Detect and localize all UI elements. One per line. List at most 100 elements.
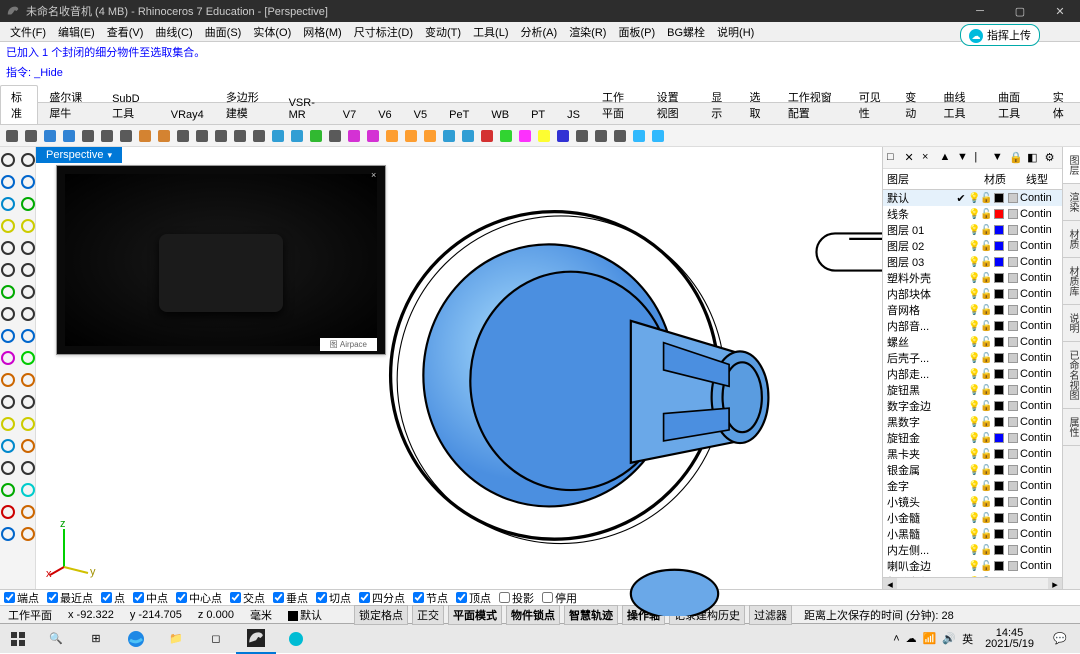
layer-lock-icon[interactable]: 🔓	[980, 305, 992, 316]
layer-lock-icon[interactable]: 🔓	[980, 545, 992, 556]
layer-lock-icon[interactable]: 🔓	[980, 241, 992, 252]
layer-row[interactable]: 音网格💡🔓Contin	[883, 302, 1062, 318]
layer-row[interactable]: 金字💡🔓Contin	[883, 478, 1062, 494]
toolbar-button[interactable]	[194, 128, 210, 144]
toolbar-tab[interactable]: PT	[520, 105, 556, 124]
layer-linetype[interactable]: Contin	[1020, 528, 1060, 540]
layer-row[interactable]: 黑数字💡🔓Contin	[883, 414, 1062, 430]
layer-row[interactable]: 小金髓💡🔓Contin	[883, 510, 1062, 526]
toolbar-button[interactable]	[517, 128, 533, 144]
layer-tool-button[interactable]: ▼	[992, 151, 1005, 165]
toolbar-button[interactable]	[384, 128, 400, 144]
palette-tool[interactable]	[0, 416, 16, 432]
toolbar-tab[interactable]: 可见性	[848, 85, 894, 124]
palette-tool[interactable]	[20, 394, 36, 410]
layer-linetype[interactable]: Contin	[1020, 448, 1060, 460]
layer-color-swatch[interactable]	[994, 465, 1004, 475]
layer-visible-icon[interactable]: 💡	[968, 481, 980, 492]
palette-tool[interactable]	[0, 218, 16, 234]
layer-visible-icon[interactable]: 💡	[968, 529, 980, 540]
layer-material-swatch[interactable]	[1008, 305, 1018, 315]
toolbar-tab[interactable]: WB	[480, 105, 520, 124]
layer-color-swatch[interactable]	[994, 529, 1004, 539]
toolbar-button[interactable]	[593, 128, 609, 144]
layer-visible-icon[interactable]: 💡	[968, 353, 980, 364]
layer-linetype[interactable]: Contin	[1020, 240, 1060, 252]
close-button[interactable]: ✕	[1040, 0, 1080, 22]
osnap-toggle[interactable]: 垂点	[273, 590, 308, 606]
toolbar-button[interactable]	[4, 128, 20, 144]
toolbar-button[interactable]	[365, 128, 381, 144]
dock-tab[interactable]: 材质	[1063, 221, 1080, 258]
layer-row[interactable]: 喇叭金边💡🔓Contin	[883, 558, 1062, 574]
layer-material-swatch[interactable]	[1008, 321, 1018, 331]
layer-visible-icon[interactable]: 💡	[968, 385, 980, 396]
menu-item[interactable]: 说明(H)	[711, 22, 760, 42]
osnap-toggle[interactable]: 中点	[133, 590, 168, 606]
layer-linetype[interactable]: Contin	[1020, 416, 1060, 428]
dock-tab[interactable]: 说明	[1063, 305, 1080, 342]
toolbar-button[interactable]	[99, 128, 115, 144]
layer-material-swatch[interactable]	[1008, 273, 1018, 283]
layer-lock-icon[interactable]: 🔓	[980, 497, 992, 508]
dock-tab[interactable]: 渲染	[1063, 184, 1080, 221]
toolbar-button[interactable]	[232, 128, 248, 144]
toolbar-tab[interactable]: 工作视窗配置	[777, 85, 848, 124]
toolbar-button[interactable]	[612, 128, 628, 144]
layer-color-swatch[interactable]	[994, 545, 1004, 555]
toolbar-button[interactable]	[327, 128, 343, 144]
layer-material-swatch[interactable]	[1008, 481, 1018, 491]
layer-material-swatch[interactable]	[1008, 529, 1018, 539]
viewport-label[interactable]: Perspective▾	[36, 147, 122, 163]
layer-row[interactable]: 旋钮金💡🔓Contin	[883, 430, 1062, 446]
palette-tool[interactable]	[20, 240, 36, 256]
layer-lock-icon[interactable]: 🔓	[980, 433, 992, 444]
layer-lock-icon[interactable]: 🔓	[980, 513, 992, 524]
toolbar-tab[interactable]: V5	[403, 105, 438, 124]
palette-tool[interactable]	[0, 372, 16, 388]
layer-linetype[interactable]: Contin	[1020, 272, 1060, 284]
toolbar-button[interactable]	[479, 128, 495, 144]
layer-visible-icon[interactable]: 💡	[968, 257, 980, 268]
palette-tool[interactable]	[20, 460, 36, 476]
layer-linetype[interactable]: Contin	[1020, 544, 1060, 556]
menu-item[interactable]: 曲线(C)	[149, 22, 198, 42]
toolbar-button[interactable]	[631, 128, 647, 144]
layer-linetype[interactable]: Contin	[1020, 496, 1060, 508]
layer-row[interactable]: 银金属💡🔓Contin	[883, 462, 1062, 478]
layer-lock-icon[interactable]: 🔓	[980, 481, 992, 492]
task-app2[interactable]	[276, 624, 316, 654]
minimize-button[interactable]: ─	[960, 0, 1000, 22]
task-search[interactable]: 🔍	[36, 624, 76, 654]
layer-color-swatch[interactable]	[994, 385, 1004, 395]
layer-linetype[interactable]: Contin	[1020, 304, 1060, 316]
toolbar-tab[interactable]: V6	[367, 105, 402, 124]
palette-tool[interactable]	[0, 240, 16, 256]
layer-color-swatch[interactable]	[994, 433, 1004, 443]
toolbar-button[interactable]	[498, 128, 514, 144]
status-layer[interactable]: 默认	[284, 607, 326, 623]
layer-visible-icon[interactable]: 💡	[968, 369, 980, 380]
layer-material-swatch[interactable]	[1008, 497, 1018, 507]
layer-row[interactable]: 旋钮黑💡🔓Contin	[883, 382, 1062, 398]
palette-tool[interactable]	[20, 284, 36, 300]
osnap-toggle[interactable]: 中心点	[176, 590, 222, 606]
notification-button[interactable]: 💬	[1040, 624, 1080, 654]
layer-material-swatch[interactable]	[1008, 209, 1018, 219]
layer-material-swatch[interactable]	[1008, 225, 1018, 235]
palette-tool[interactable]	[0, 526, 16, 542]
toolbar-button[interactable]	[460, 128, 476, 144]
layer-visible-icon[interactable]: 💡	[968, 545, 980, 556]
palette-tool[interactable]	[20, 416, 36, 432]
tray-cloud-icon[interactable]: ☁	[906, 632, 917, 645]
palette-tool[interactable]	[20, 262, 36, 278]
toolbar-tab[interactable]: 标准	[0, 85, 38, 124]
toolbar-tab[interactable]: 曲面工具	[987, 85, 1042, 124]
palette-tool[interactable]	[20, 526, 36, 542]
layer-linetype[interactable]: Contin	[1020, 192, 1060, 204]
layer-color-swatch[interactable]	[994, 369, 1004, 379]
status-cplane[interactable]: 工作平面	[4, 607, 56, 623]
layer-tool-button[interactable]: |	[974, 151, 987, 165]
layer-row[interactable]: 内左侧...💡🔓Contin	[883, 542, 1062, 558]
palette-tool[interactable]	[20, 482, 36, 498]
